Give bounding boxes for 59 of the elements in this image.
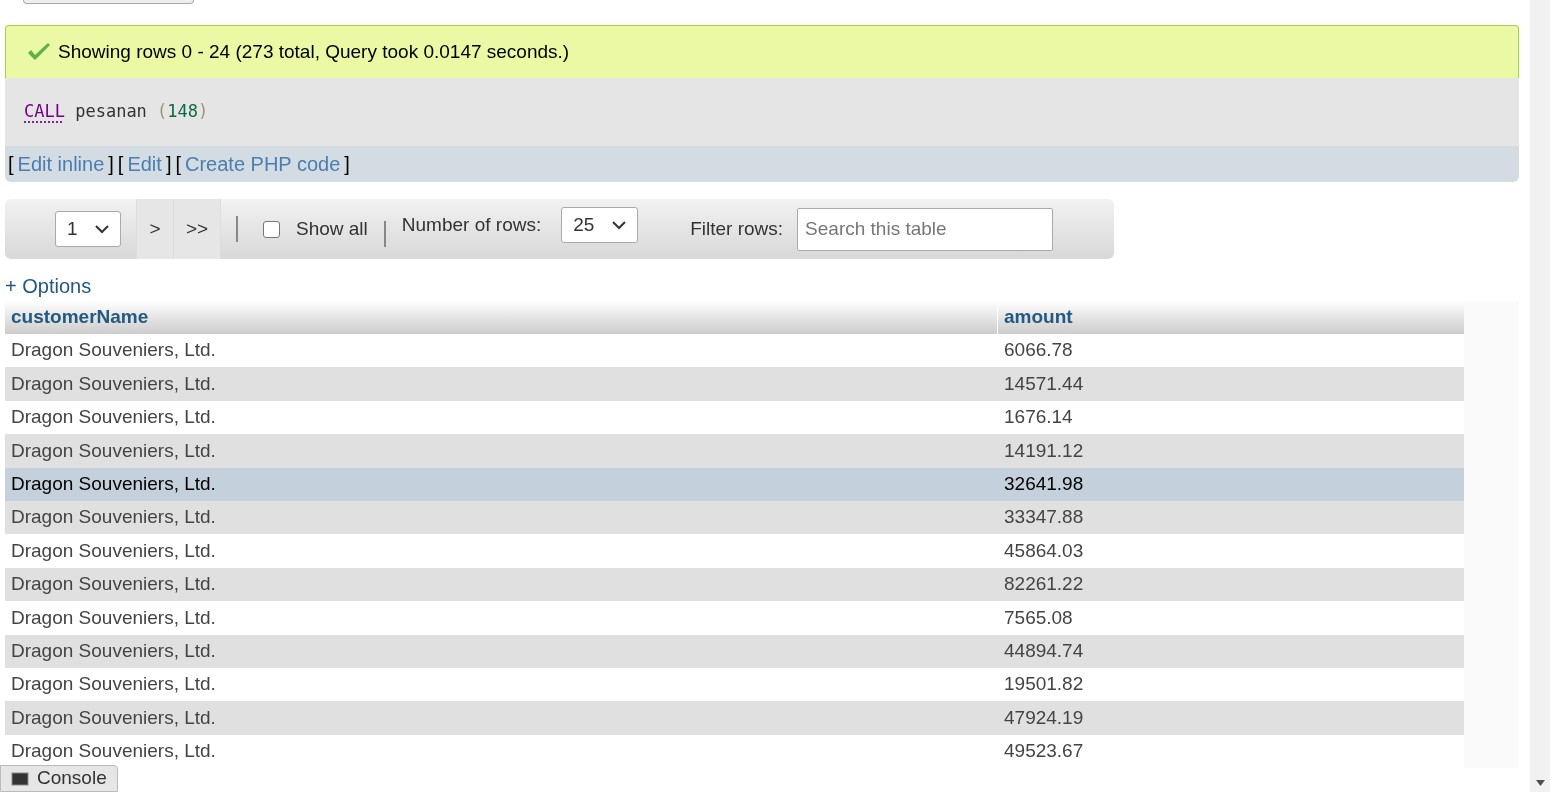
filter-field[interactable]: Search this table [797, 207, 1054, 251]
table-cell-text: Dragon Souveniers, Ltd. [10, 371, 217, 396]
table-cell-text: 45864.03 [1003, 538, 1085, 563]
page-select[interactable]: 1 [55, 211, 121, 247]
next-button[interactable]: > [136, 199, 174, 259]
table-cell-text: 6066.78 [1003, 338, 1074, 363]
table-cell-text: 47924.19 [1003, 705, 1085, 730]
bracket: [ [8, 152, 14, 177]
table-cell-text: Dragon Souveniers, Ltd. [10, 505, 217, 530]
chevron-down-icon [612, 220, 627, 230]
check-icon [26, 42, 52, 62]
table-row[interactable]: Dragon Souveniers, Ltd. 33347.88 [5, 500, 1464, 535]
table-cell-text: 19501.82 [1003, 672, 1085, 697]
table-cell-text: Dragon Souveniers, Ltd. [10, 438, 217, 463]
table-cell-text: Dragon Souveniers, Ltd. [10, 405, 217, 430]
success-text: Showing rows 0 - 24 (273 total, Query took 0.0147 seconds.) [58, 39, 570, 64]
filter-label: Filter rows: [690, 216, 784, 241]
chevron-down-icon [95, 224, 109, 234]
table-cell-text: Dragon Souveniers, Ltd. [10, 572, 217, 597]
last-button[interactable]: >> [174, 199, 221, 259]
table-row[interactable]: Dragon Souveniers, Ltd. 47924.19 [5, 701, 1464, 735]
table-cell-text: Dragon Souveniers, Ltd. [10, 538, 217, 563]
table-row[interactable]: Dragon Souveniers, Ltd. 82261.22 [5, 567, 1464, 602]
show-all-checkbox[interactable] [263, 220, 280, 238]
table-cell-text: 1676.14 [1003, 405, 1074, 430]
table-cell-text: Dragon Souveniers, Ltd. [10, 338, 217, 363]
table-cell-text: Dragon Souveniers, Ltd. [10, 638, 217, 663]
table-cell-text: 7565.08 [1003, 605, 1074, 630]
table-cell-text: 82261.22 [1003, 572, 1085, 597]
table-cell-text: Dragon Souveniers, Ltd. [10, 472, 217, 496]
bracket: ] [165, 152, 172, 177]
scroll-down-icon[interactable] [1535, 780, 1545, 786]
table-cell-text: 44894.74 [1003, 638, 1085, 663]
console-icon [11, 771, 29, 786]
table-cell-text: 14571.44 [1003, 371, 1085, 396]
scrollbar[interactable] [1530, 0, 1550, 792]
table-cell-text: Dragon Souveniers, Ltd. [10, 672, 217, 697]
rows-label: Number of rows: [401, 212, 542, 237]
column-header[interactable]: amount [998, 301, 1464, 334]
show-all-label: Show all [296, 216, 368, 241]
options-link[interactable]: + Options [5, 271, 92, 301]
table-row[interactable]: Dragon Souveniers, Ltd. 32641.98 [5, 467, 1464, 501]
table-row[interactable]: Dragon Souveniers, Ltd. 14191.12 [5, 434, 1464, 468]
table-row[interactable]: Dragon Souveniers, Ltd. 14571.44 [5, 367, 1464, 401]
console-button[interactable]: Console [0, 765, 118, 792]
table-cell-text: 49523.67 [1003, 739, 1085, 764]
bracket: ] [344, 152, 350, 177]
table-row[interactable]: Dragon Souveniers, Ltd. 44894.74 [5, 634, 1464, 668]
table-cell-text: 33347.88 [1003, 505, 1085, 530]
table-cell-text: 32641.98 [1003, 472, 1085, 496]
bracket: [ [117, 152, 124, 177]
table-cell-text: Dragon Souveniers, Ltd. [10, 739, 217, 764]
table-cell-text: 14191.12 [1003, 438, 1085, 463]
table-cell-text: Dragon Souveniers, Ltd. [10, 705, 217, 730]
rows-select[interactable]: 25 [561, 207, 639, 243]
bracket: [ [175, 152, 181, 177]
sql-query: CALL pesanan (148) [24, 100, 209, 124]
table-cell-text: Dragon Souveniers, Ltd. [10, 605, 217, 630]
bracket: ] [108, 152, 114, 177]
